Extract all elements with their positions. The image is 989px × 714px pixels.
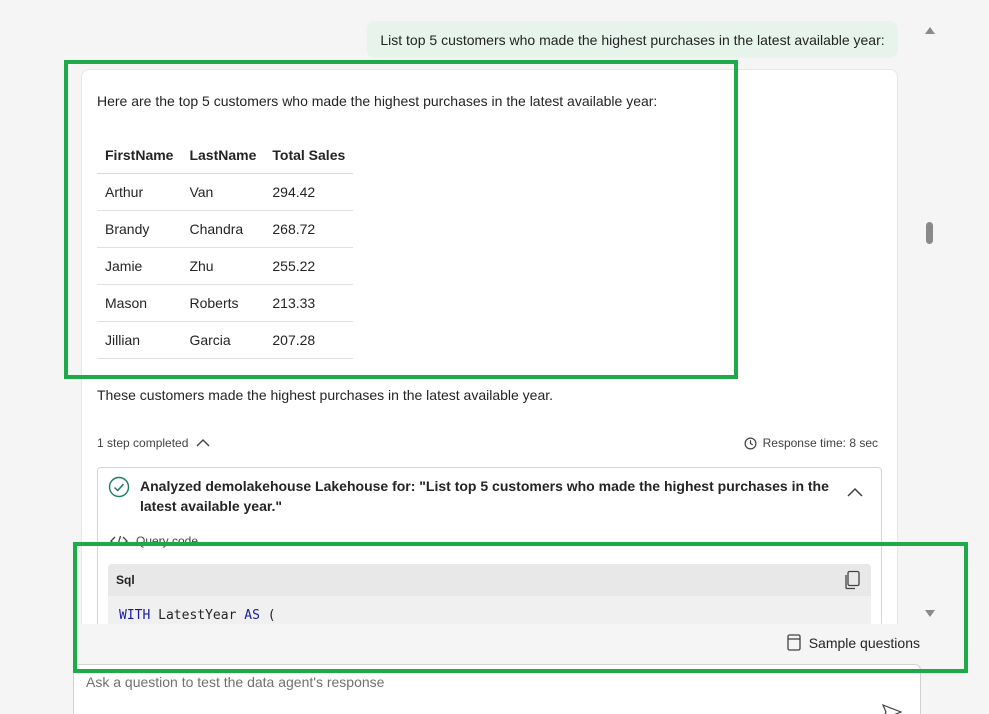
- table-cell: 255.22: [264, 247, 354, 285]
- table-cell: Mason: [97, 284, 182, 322]
- steps-completed-label: 1 step completed: [97, 436, 189, 450]
- copy-icon[interactable]: [843, 570, 861, 590]
- code-icon: [110, 535, 128, 547]
- chevron-up-icon: [196, 439, 210, 447]
- table-row: Mason Roberts 213.33: [97, 284, 354, 322]
- answer-intro-text: Here are the top 5 customers who made th…: [97, 93, 658, 109]
- clock-icon: [744, 437, 757, 449]
- sample-questions-button[interactable]: Sample questions: [787, 634, 920, 651]
- sql-identifier: LatestYear: [158, 608, 237, 623]
- table-row: Jillian Garcia 207.28: [97, 321, 354, 359]
- chat-scrollbar[interactable]: [920, 20, 940, 624]
- table-cell: Zhu: [181, 247, 265, 285]
- answer-outro-text: These customers made the highest purchas…: [97, 387, 554, 403]
- scroll-up-icon[interactable]: [924, 26, 936, 36]
- table-row: Brandy Chandra 268.72: [97, 210, 354, 248]
- column-header-total-sales: Total Sales: [264, 137, 354, 174]
- table-cell: Chandra: [181, 210, 265, 248]
- column-header-lastname: LastName: [181, 137, 265, 174]
- step-title: Analyzed demolakehouse Lakehouse for: "L…: [140, 478, 829, 514]
- table-cell: 207.28: [264, 321, 354, 359]
- chat-page: List top 5 customers who made the highes…: [0, 0, 989, 714]
- user-message-bubble: List top 5 customers who made the highes…: [367, 21, 898, 58]
- send-icon[interactable]: [882, 703, 902, 714]
- input-toolbar: Sample questions: [77, 624, 964, 668]
- sample-questions-icon: [787, 634, 801, 651]
- table-cell: Brandy: [97, 210, 182, 248]
- table-cell: Roberts: [181, 284, 265, 322]
- ask-question-input[interactable]: [86, 667, 846, 697]
- table-cell: 213.33: [264, 284, 354, 322]
- query-code-label: Query code: [136, 534, 199, 548]
- table-cell: Garcia: [181, 321, 265, 359]
- table-cell: 294.42: [264, 173, 354, 211]
- table-row: Jamie Zhu 255.22: [97, 247, 354, 285]
- collapse-step-button[interactable]: [847, 486, 863, 498]
- table-cell: 268.72: [264, 210, 354, 248]
- table-header-row: FirstName LastName Total Sales: [97, 137, 354, 174]
- sql-keyword: WITH: [119, 608, 151, 623]
- ask-question-box: [73, 664, 921, 714]
- table-row: Arthur Van 294.42: [97, 173, 354, 211]
- column-header-firstname: FirstName: [97, 137, 182, 174]
- check-circle-icon: [108, 476, 130, 498]
- response-time-label: Response time: 8 sec: [762, 436, 878, 450]
- user-message-text: List top 5 customers who made the highes…: [380, 31, 885, 48]
- steps-toggle-button[interactable]: 1 step completed: [97, 436, 210, 450]
- table-cell: Van: [181, 173, 265, 211]
- table-cell: Jamie: [97, 247, 182, 285]
- results-table: FirstName LastName Total Sales Arthur Va…: [97, 137, 354, 359]
- scroll-down-icon[interactable]: [924, 608, 936, 618]
- sample-questions-label: Sample questions: [808, 634, 920, 651]
- code-language-label: Sql: [116, 573, 135, 587]
- response-time: Response time: 8 sec: [744, 436, 878, 450]
- table-cell: Arthur: [97, 173, 182, 211]
- steps-summary-row: 1 step completed Response time: 8 sec: [97, 436, 878, 452]
- scroll-thumb[interactable]: [926, 222, 933, 244]
- sql-paren: (: [267, 608, 276, 623]
- code-line: WITH LatestYear AS (: [108, 596, 871, 623]
- sql-keyword: AS: [244, 608, 260, 623]
- code-block-header: Sql: [108, 564, 871, 596]
- table-cell: Jillian: [97, 321, 182, 359]
- query-code-toggle[interactable]: Query code: [110, 534, 198, 548]
